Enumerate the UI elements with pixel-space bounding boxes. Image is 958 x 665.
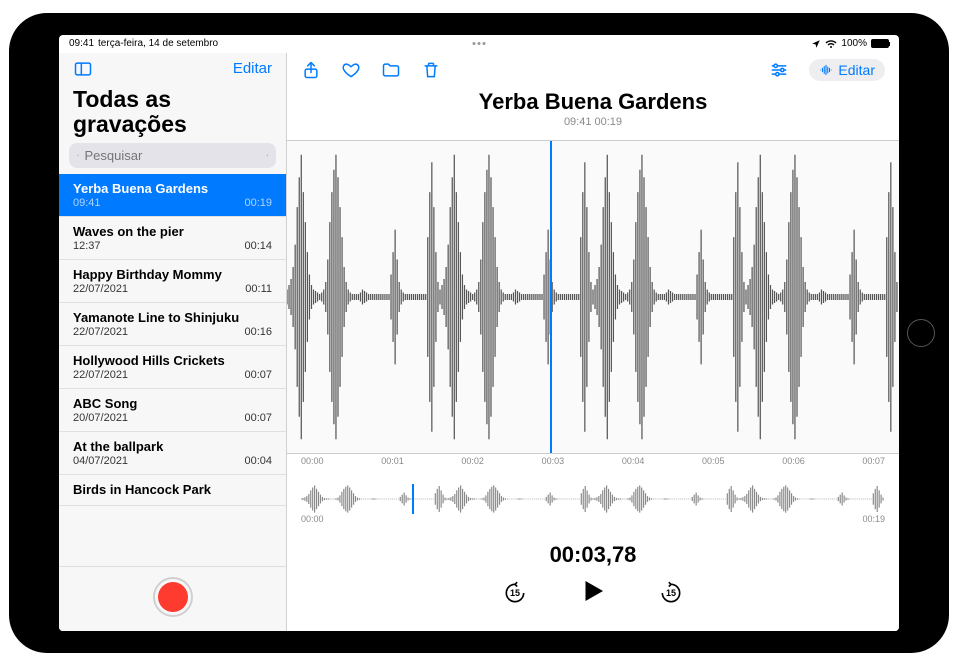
recording-row[interactable]: Happy Birthday Mommy 22/07/2021 00:11 [59, 260, 286, 303]
search-field[interactable] [69, 143, 276, 168]
recording-duration: 00:19 [244, 197, 272, 209]
wifi-icon [825, 38, 837, 50]
share-button[interactable] [301, 60, 321, 80]
overview-start: 00:00 [301, 514, 324, 524]
recording-sub: 04/07/2021 [73, 455, 128, 467]
folder-button[interactable] [381, 60, 401, 80]
recording-duration: 00:14 [244, 240, 272, 252]
recording-duration: 00:16 [244, 326, 272, 338]
waveform-icon [819, 63, 833, 77]
recording-subtitle: 09:41 00:19 [287, 116, 899, 128]
recording-name: Happy Birthday Mommy [73, 267, 272, 282]
recording-name: Yerba Buena Gardens [73, 181, 272, 196]
timeline-labels: 00:0000:0100:0200:0300:0400:0500:0600:07 [287, 454, 899, 472]
recording-title: Yerba Buena Gardens [287, 89, 899, 115]
status-time: 09:41 [69, 38, 94, 49]
multitask-dots[interactable] [473, 42, 486, 45]
sidebar: Editar Todas as gravações Yerba Buena Ga… [59, 53, 287, 631]
current-time: 00:03,78 [287, 542, 899, 568]
recording-name: ABC Song [73, 396, 272, 411]
delete-button[interactable] [421, 60, 441, 80]
favorite-button[interactable] [341, 60, 361, 80]
overview-end: 00:19 [862, 514, 885, 524]
ipad-device-frame: 09:41 terça-feira, 14 de setembro 100% [9, 13, 949, 653]
waveform-display[interactable] [287, 140, 899, 454]
playhead[interactable] [550, 140, 552, 454]
recording-sub: 22/07/2021 [73, 369, 128, 381]
recording-row[interactable]: Birds in Hancock Park [59, 475, 286, 506]
battery-icon [871, 39, 889, 48]
mic-icon[interactable] [266, 149, 269, 162]
recording-duration: 00:11 [245, 283, 272, 295]
record-button[interactable] [153, 577, 193, 617]
record-bar [59, 566, 286, 631]
recording-row[interactable]: Hollywood Hills Crickets 22/07/2021 00:07 [59, 346, 286, 389]
overview-playhead[interactable] [412, 484, 414, 514]
recording-row[interactable]: At the ballpark 04/07/2021 00:04 [59, 432, 286, 475]
edit-recording-button[interactable]: Editar [809, 59, 885, 81]
home-button[interactable] [907, 319, 935, 347]
screen: 09:41 terça-feira, 14 de setembro 100% [59, 35, 899, 631]
recording-sub: 20/07/2021 [73, 412, 128, 424]
recording-name: Waves on the pier [73, 224, 272, 239]
sidebar-toggle-button[interactable] [73, 59, 93, 79]
recording-row[interactable]: Waves on the pier 12:37 00:14 [59, 217, 286, 260]
search-icon [77, 149, 80, 162]
battery-percent: 100% [841, 38, 867, 49]
recording-name: Yamanote Line to Shinjuku [73, 310, 272, 325]
recording-duration: 00:04 [244, 455, 272, 467]
recording-duration: 00:07 [244, 412, 272, 424]
overview-waveform[interactable] [301, 484, 885, 514]
recordings-list: Yerba Buena Gardens 09:41 00:19 Waves on t… [59, 174, 286, 565]
recording-sub: 09:41 [73, 197, 101, 209]
recording-name: Birds in Hancock Park [73, 482, 272, 497]
play-button[interactable] [578, 576, 608, 611]
sidebar-edit-button[interactable]: Editar [233, 60, 272, 77]
recording-name: Hollywood Hills Crickets [73, 353, 272, 368]
recording-row[interactable]: Yamanote Line to Shinjuku 22/07/2021 00:1… [59, 303, 286, 346]
recording-duration: 00:07 [244, 369, 272, 381]
recording-sub: 22/07/2021 [73, 326, 128, 338]
recording-sub: 22/07/2021 [73, 283, 128, 295]
search-input[interactable] [85, 148, 261, 163]
recording-row[interactable]: Yerba Buena Gardens 09:41 00:19 [59, 174, 286, 217]
recording-name: At the ballpark [73, 439, 272, 454]
status-bar: 09:41 terça-feira, 14 de setembro 100% [59, 35, 899, 53]
recording-row[interactable]: ABC Song 20/07/2021 00:07 [59, 389, 286, 432]
main-panel: Editar Yerba Buena Gardens 09:41 00:19 0… [287, 53, 899, 631]
status-date: terça-feira, 14 de setembro [98, 38, 218, 49]
sidebar-title: Todas as gravações [59, 85, 286, 144]
recording-sub: 12:37 [73, 240, 101, 252]
options-button[interactable] [769, 60, 789, 80]
skip-back-button[interactable]: 15 [502, 580, 528, 606]
location-icon [811, 39, 821, 49]
skip-forward-button[interactable]: 15 [658, 580, 684, 606]
